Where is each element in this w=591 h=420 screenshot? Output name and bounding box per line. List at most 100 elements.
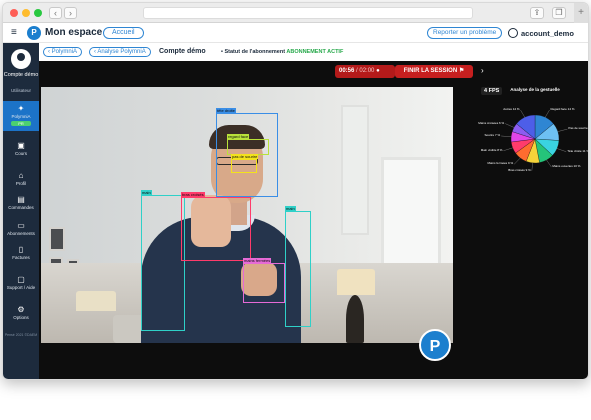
status-prefix: Statut de l'abonnement: [224, 49, 286, 55]
sidebar-user-role: Utilisateur: [10, 88, 31, 93]
breadcrumb-label: PolymniA: [51, 49, 78, 55]
detection-label: pas de sourire: [231, 154, 259, 159]
sidebar-item-factures[interactable]: ▯ Factures: [3, 245, 39, 260]
status-value: ABONNEMENT ACTIF: [286, 49, 344, 55]
detection-label: main: [285, 206, 296, 211]
detection-label: regard face: [227, 134, 250, 139]
forward-icon[interactable]: ›: [64, 7, 77, 19]
pie-leader-line: [520, 109, 525, 118]
sidebar-item-label: Options: [13, 315, 29, 320]
accueil-button[interactable]: Accueil: [103, 27, 144, 39]
report-problem-button[interactable]: Reporter un problème: [427, 27, 503, 39]
wall-picture: [49, 227, 65, 251]
total-time: / 02:00: [356, 68, 375, 74]
account-name[interactable]: account_demo: [521, 29, 574, 38]
pie-leader-line: [503, 147, 513, 151]
breadcrumb-analyse[interactable]: ‹ Analyse PolymniA: [89, 47, 151, 57]
pie-leader-line: [531, 162, 533, 171]
detection-label: mains fermées: [243, 258, 272, 263]
camera-feed: tête droite regard face pas de sourire m…: [41, 87, 453, 343]
sidebar-item-support[interactable]: ▢ Support / Aide: [3, 275, 39, 290]
gesture-pie-chart: Analyse de la gestuelle Regard face 14 %…: [478, 87, 588, 187]
analysis-panel: 00:56 / 02:00 ● FINIR LA SESSION ⚑ › têt…: [39, 61, 588, 379]
back-icon[interactable]: ‹: [49, 7, 62, 19]
detection-box: main: [285, 206, 311, 327]
app-title: Mon espace: [45, 27, 103, 38]
orders-icon: ▤: [17, 195, 25, 204]
pie-slice-label: Mains croisées 6 %: [478, 120, 505, 125]
pie-slice-label: Regard face 14 %: [550, 107, 575, 112]
sidebar-item-label: Support / Aide: [6, 285, 36, 290]
zoom-window-button[interactable]: [34, 9, 42, 17]
new-tab-icon[interactable]: +: [574, 3, 588, 23]
sidebar-item-label: Commandes: [8, 205, 34, 210]
pie-leader-line: [557, 128, 568, 132]
sidebar-item-polymnia[interactable]: ✦ PolymniA PR: [3, 101, 39, 131]
courses-icon: ▣: [17, 141, 25, 150]
pie-slice-label: Pas de sourire 12 %: [568, 126, 588, 131]
pie-slice-label: Sourire 7 %: [484, 132, 501, 137]
sub-header: ‹ PolymniA ‹ Analyse PolymniA Compte dém…: [39, 43, 588, 61]
session-timer: 00:56 / 02:00 ●: [335, 65, 395, 78]
sidebar-item-label: Abonnements: [7, 231, 35, 236]
pie-slice-label: Mains ouvertes 10 %: [552, 164, 581, 169]
gear-icon: ⚙: [17, 305, 25, 314]
detection-box: regard face: [227, 134, 269, 155]
sidebar-user-name: Compte démo: [3, 72, 39, 78]
elapsed-time: 00:56: [339, 68, 355, 74]
close-window-button[interactable]: [10, 9, 18, 17]
pie-leader-line: [501, 135, 512, 137]
minimize-window-button[interactable]: [22, 9, 30, 17]
flag-icon: ⚑: [458, 68, 465, 74]
mic-icon: ●: [376, 68, 380, 74]
sidebar-item-commandes[interactable]: ▤ Commandes: [3, 195, 39, 210]
pie-slice-label: Mains fermées 9 %: [487, 161, 514, 166]
breadcrumb-label: Analyse PolymniA: [97, 49, 146, 55]
detection-box: bras croisés: [181, 192, 251, 261]
browser-chrome: ‹ › ⇪ ❐ +: [3, 3, 588, 23]
account-icon[interactable]: [508, 28, 518, 38]
pie-slice-label: Main visible 8 %: [480, 147, 503, 152]
subscription-status: • Statut de l'abonnement ABONNEMENT ACTI…: [221, 49, 344, 55]
pie-leader-line: [556, 148, 567, 152]
address-bar[interactable]: [143, 7, 473, 19]
sidebar-item-options[interactable]: ⚙ Options: [3, 305, 39, 320]
sidebar-item-label: Cours: [14, 151, 27, 156]
sidebar-item-cours[interactable]: ▣ Cours: [3, 141, 39, 156]
lamp: [337, 269, 375, 295]
sidebar-item-profil[interactable]: ⌂ Profil: [3, 171, 39, 186]
avatar[interactable]: [11, 49, 31, 69]
pie-slice-label: Autres 14 %: [503, 107, 520, 112]
status-badge: PR: [11, 121, 31, 126]
sidebar-item-abonnements[interactable]: ▭ Abonnements: [3, 221, 39, 236]
detection-label: main: [141, 190, 152, 195]
menu-icon[interactable]: ≡: [11, 28, 17, 38]
detection-label: tête droite: [216, 108, 236, 113]
app-logo-button[interactable]: P: [419, 329, 451, 361]
app-logo[interactable]: P: [27, 26, 41, 40]
finish-session-button[interactable]: FINIR LA SESSION ⚑: [395, 65, 473, 78]
pie-leader-line: [546, 159, 552, 168]
polymnia-icon: ✦: [17, 104, 25, 113]
background-window: [341, 105, 369, 235]
pie-leader-line: [545, 109, 550, 118]
breadcrumb-polymnia[interactable]: ‹ PolymniA: [43, 47, 83, 57]
pie-slice-label: Tête droite 11 %: [567, 148, 589, 153]
detection-box: main: [141, 190, 185, 331]
finish-session-label: FINIR LA SESSION: [403, 68, 458, 74]
tabs-icon[interactable]: ❐: [552, 7, 566, 19]
detection-box: mains fermées: [243, 258, 285, 303]
sidebar: Compte démo Utilisateur ✦ PolymniA PR ▣ …: [3, 43, 39, 379]
subscriptions-icon: ▭: [17, 221, 25, 230]
pie-leader-line: [505, 123, 515, 128]
support-icon: ▢: [17, 275, 25, 284]
lamp-base: [346, 295, 364, 343]
lamp: [76, 291, 116, 311]
pie-slice-label: Bras croisés 9 %: [508, 167, 531, 172]
invoices-icon: ▯: [18, 245, 24, 254]
page-title: Compte démo: [159, 48, 206, 55]
home-icon: ⌂: [18, 171, 24, 180]
sidebar-item-label: Factures: [12, 255, 30, 260]
chevron-right-icon[interactable]: ›: [481, 66, 484, 75]
share-icon[interactable]: ⇪: [530, 7, 544, 19]
